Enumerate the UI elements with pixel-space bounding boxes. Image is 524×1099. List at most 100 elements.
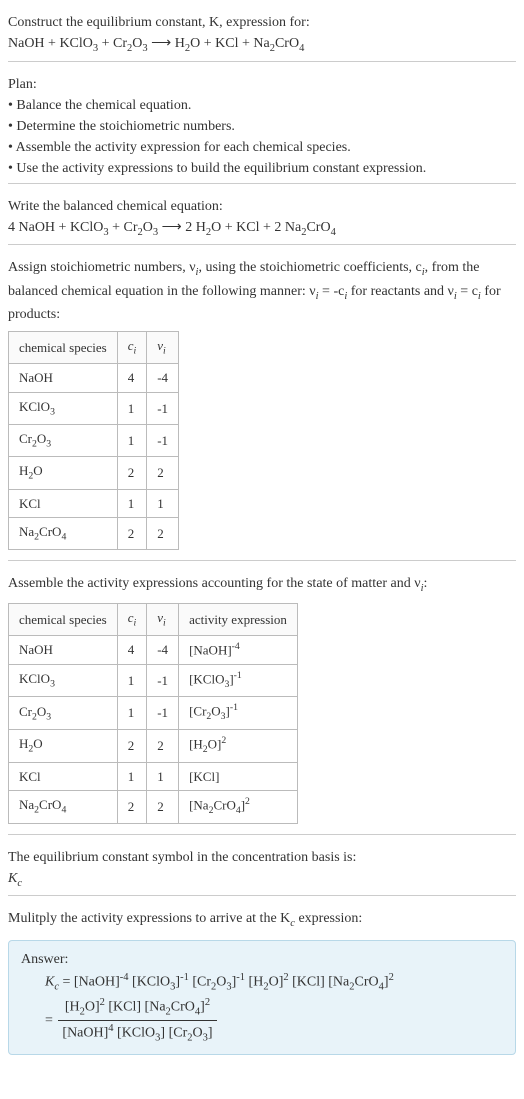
subscript: i [163, 617, 166, 628]
txt: Assemble the activity expressions accoun… [8, 576, 421, 591]
col-ci: ci [117, 603, 147, 635]
table-row: KClO31-1[KClO3]-1 [9, 664, 298, 697]
plan-bullet: • Determine the stoichiometric numbers. [8, 116, 516, 137]
txt: Cr [19, 704, 32, 719]
eq-part: CrO [306, 220, 330, 235]
subscript: c [17, 877, 22, 888]
txt: Mulitply the activity expressions to arr… [8, 911, 290, 926]
ci-cell: 4 [117, 636, 147, 665]
txt: CrO [171, 1000, 195, 1015]
txt: O] [208, 736, 222, 751]
nui-cell: -1 [147, 392, 179, 424]
eq-part: O [143, 220, 153, 235]
subscript: 4 [331, 226, 336, 237]
superscript: -4 [120, 972, 129, 983]
prompt-section: Construct the equilibrium constant, K, e… [8, 8, 516, 62]
txt: NaOH [19, 642, 53, 657]
table-row: H2O22 [9, 457, 179, 489]
txt: [Cr [189, 974, 211, 989]
txt: [H [189, 736, 203, 751]
txt: H [19, 463, 28, 478]
txt: KCl [19, 496, 41, 511]
species-cell: Na2CrO4 [9, 791, 118, 824]
txt: KCl [19, 769, 41, 784]
subscript: 4 [61, 805, 66, 816]
eq-part: O + KCl + 2 Na [211, 220, 301, 235]
activity-cell: [Cr2O3]-1 [179, 697, 298, 730]
col-nui: νi [147, 603, 179, 635]
activity-cell: [KCl] [179, 762, 298, 791]
prompt-line-1: Construct the equilibrium constant, K, e… [8, 12, 516, 33]
nui-cell: 1 [147, 489, 179, 518]
assign-text: Assign stoichiometric numbers, νi, using… [8, 257, 516, 325]
answer-label: Answer: [21, 949, 503, 970]
subscript: 3 [46, 439, 51, 450]
eq-part: CrO [275, 36, 299, 51]
subscript: i [134, 617, 137, 628]
txt: [KClO [129, 974, 171, 989]
nui-cell: 2 [147, 518, 179, 550]
subscript: 3 [50, 407, 55, 418]
answer-expression: Kc = [NaOH]-4 [KClO3]-1 [Cr2O3]-1 [H2O]2… [45, 970, 503, 995]
txt: NaOH [19, 370, 53, 385]
txt: [KClO [189, 671, 224, 686]
table-row: Cr2O31-1[Cr2O3]-1 [9, 697, 298, 730]
superscript: 2 [205, 997, 210, 1008]
species-cell: Na2CrO4 [9, 518, 118, 550]
species-cell: Cr2O3 [9, 425, 118, 457]
table-row: Na2CrO422[Na2CrO4]2 [9, 791, 298, 824]
ci-cell: 2 [117, 791, 147, 824]
txt: CrO [39, 524, 61, 539]
superscript: -1 [236, 972, 245, 983]
txt: KClO [19, 671, 50, 686]
table-row: Na2CrO422 [9, 518, 179, 550]
ci-cell: 2 [117, 729, 147, 762]
txt: O [37, 704, 46, 719]
species-cell: KCl [9, 489, 118, 518]
txt: KClO [19, 399, 50, 414]
species-cell: Cr2O3 [9, 697, 118, 730]
subscript: 3 [50, 679, 55, 690]
multiply-text: Mulitply the activity expressions to arr… [8, 908, 516, 932]
txt: [NaOH] [62, 1026, 108, 1041]
nui-cell: -1 [147, 425, 179, 457]
txt: [NaOH] [189, 642, 232, 657]
answer-fraction: = [H2O]2 [KCl] [Na2CrO4]2 [NaOH]4 [KClO3… [45, 995, 503, 1046]
nui-cell: 2 [147, 791, 179, 824]
superscript: -1 [234, 670, 242, 681]
nui-cell: -4 [147, 636, 179, 665]
eq-part: 4 NaOH + KClO [8, 220, 103, 235]
species-cell: NaOH [9, 364, 118, 393]
nui-cell: 2 [147, 457, 179, 489]
txt: Na [19, 797, 34, 812]
table-row: Cr2O31-1 [9, 425, 179, 457]
txt: Na [19, 524, 34, 539]
species-cell: H2O [9, 729, 118, 762]
subscript: i [134, 346, 137, 357]
table-row: NaOH4-4 [9, 364, 179, 393]
superscript: 2 [389, 972, 394, 983]
txt: CrO [39, 797, 61, 812]
activity-cell: [Na2CrO4]2 [179, 791, 298, 824]
txt: ] [Cr [160, 1026, 187, 1041]
denominator: [NaOH]4 [KClO3] [Cr2O3] [58, 1021, 216, 1046]
activity-section: Assemble the activity expressions accoun… [8, 569, 516, 834]
ci-cell: 4 [117, 364, 147, 393]
txt: O] [269, 974, 284, 989]
eq-part: 2 H [185, 220, 206, 235]
ci-cell: 1 [117, 762, 147, 791]
plan-bullet: • Use the activity expressions to build … [8, 158, 516, 179]
txt: = -c [319, 284, 345, 299]
ci-cell: 2 [117, 457, 147, 489]
txt: O [33, 736, 42, 751]
eq-part: + Cr [98, 36, 127, 51]
arrow: ⟶ [148, 36, 175, 51]
balanced-equation: 4 NaOH + KClO3 + Cr2O3 ⟶ 2 H2O + KCl + 2… [8, 217, 516, 241]
eq-part: O [132, 36, 142, 51]
unbalanced-equation: NaOH + KClO3 + Cr2O3 ⟶ H2O + KCl + Na2Cr… [8, 33, 516, 57]
superscript: -1 [230, 702, 238, 713]
superscript: -4 [232, 641, 240, 652]
txt: K [8, 871, 17, 886]
txt: ] [208, 1026, 213, 1041]
col-nui: νi [147, 332, 179, 364]
